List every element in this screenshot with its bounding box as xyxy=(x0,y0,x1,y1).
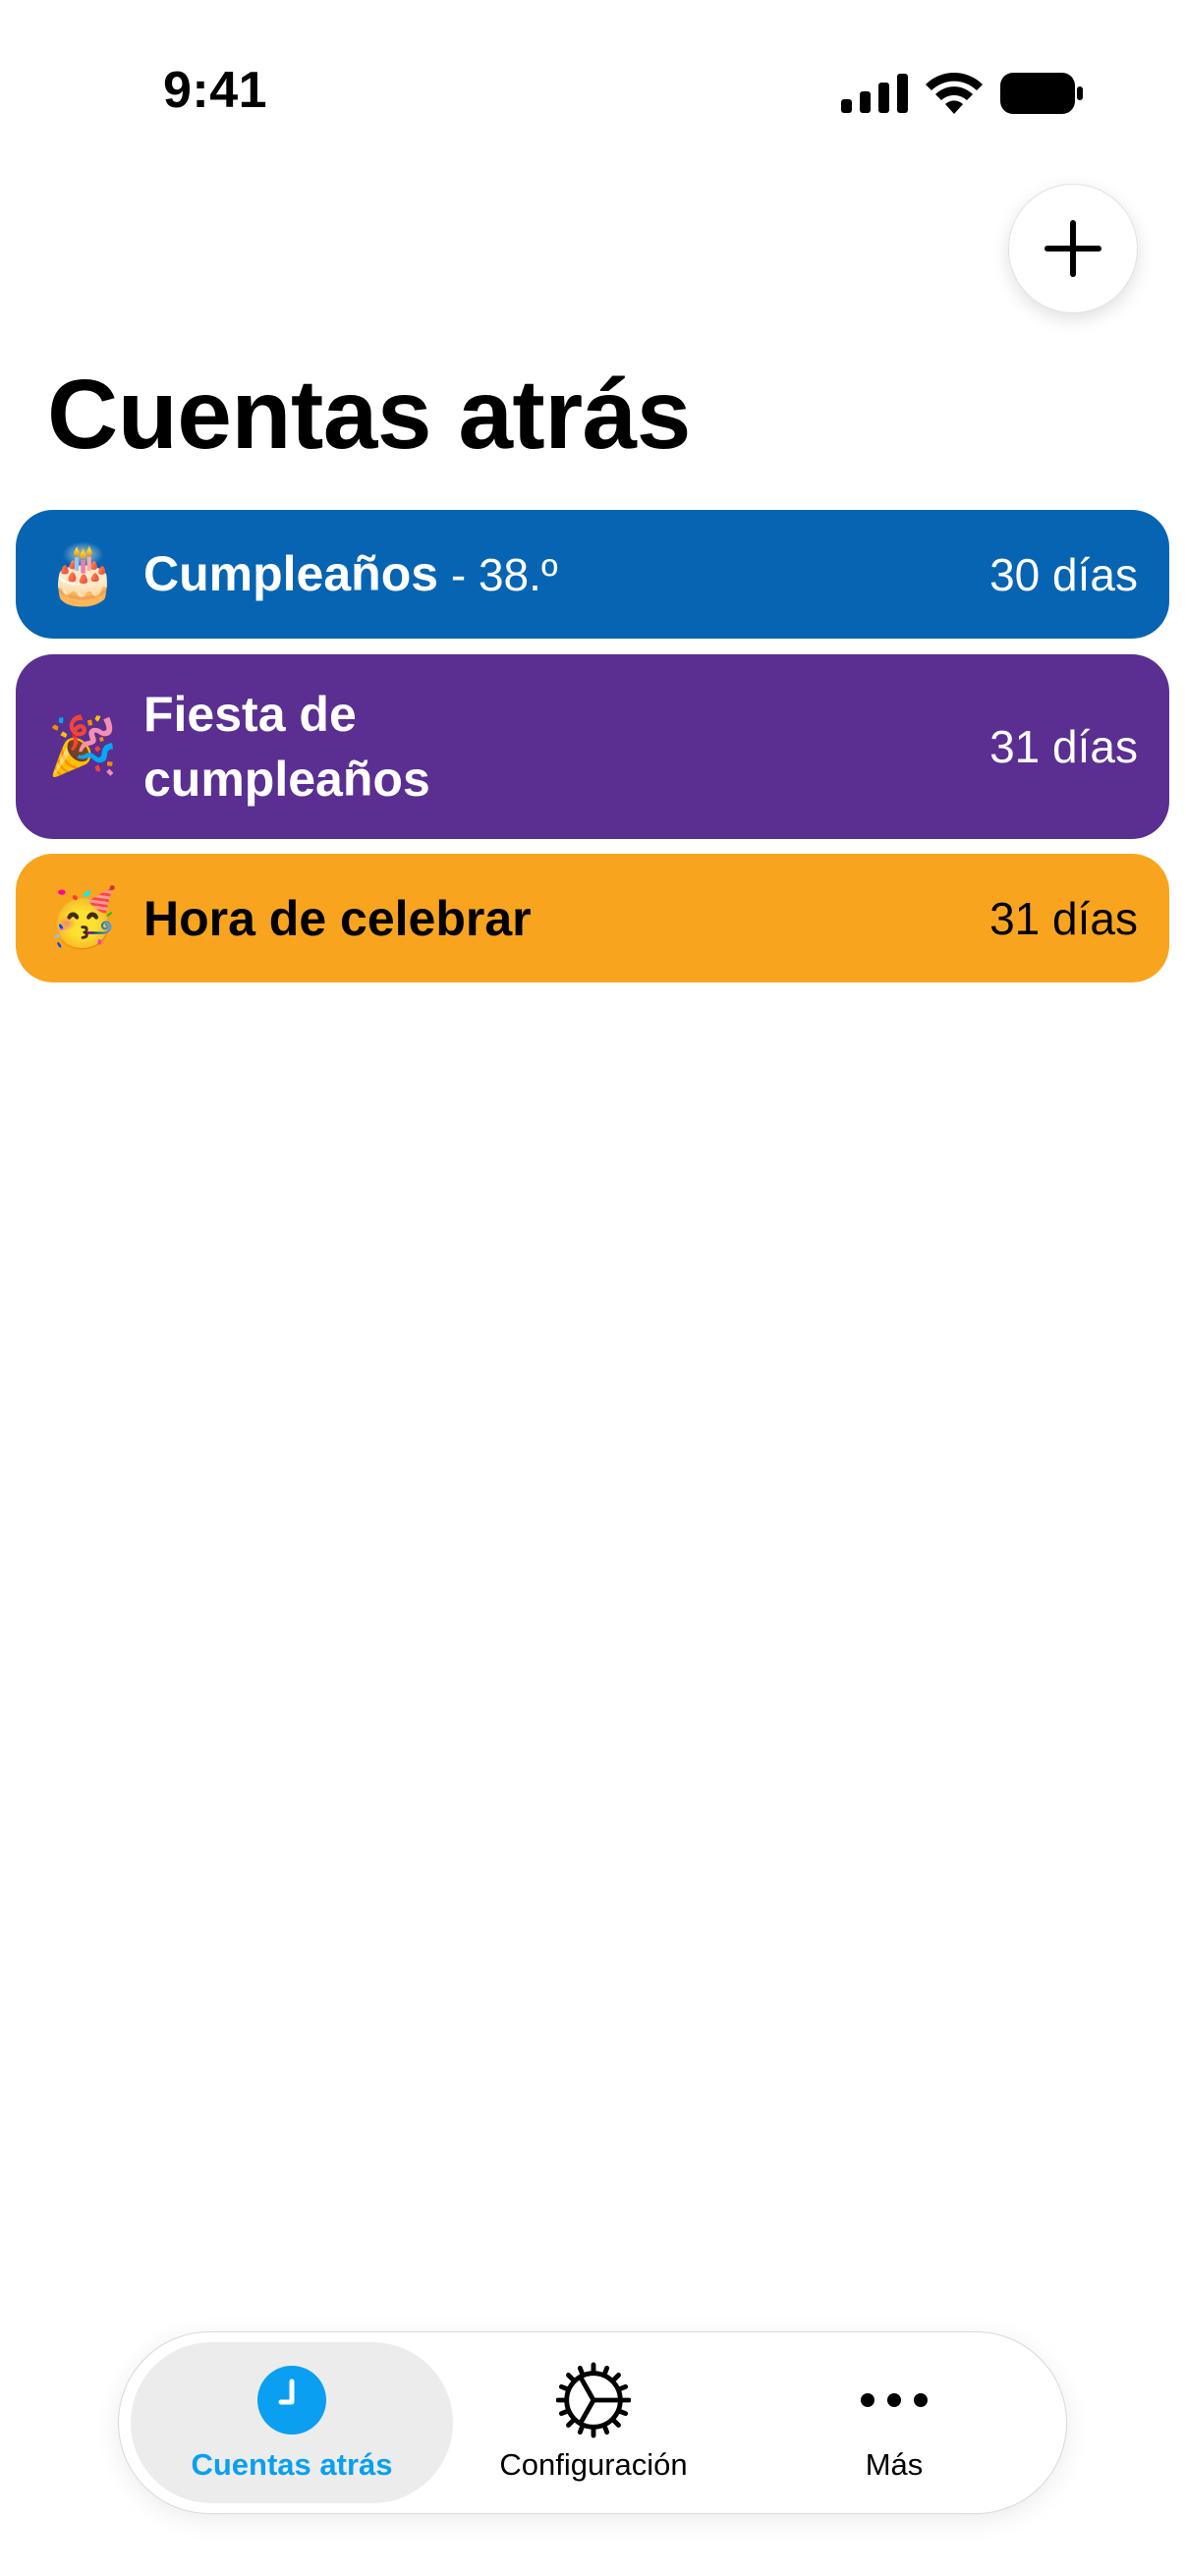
party-popper-icon: 🎉 xyxy=(47,714,119,778)
tab-label: Configuración xyxy=(499,2447,688,2482)
countdown-title: Fiesta de cumpleaños xyxy=(143,682,468,812)
countdown-title-text: Hora de celebrar xyxy=(143,890,532,946)
battery-icon xyxy=(1000,73,1083,114)
tab-bar: Cuentas atrás Configuración Más xyxy=(118,2331,1067,2514)
tab-configuracion[interactable]: Configuración xyxy=(443,2342,744,2503)
countdown-title-text: Cumpleaños xyxy=(143,546,439,601)
clock-icon xyxy=(254,2363,329,2437)
cellular-signal-icon xyxy=(841,74,908,113)
tab-label: Más xyxy=(865,2447,924,2482)
status-icons xyxy=(841,73,1083,114)
countdown-title: Hora de celebrar xyxy=(143,886,989,951)
page-title: Cuentas atrás xyxy=(47,360,691,470)
wifi-icon xyxy=(926,73,983,114)
screen: 9:41 Cuentas atrás 🎂 Cumpleaños - 38.º 3… xyxy=(0,0,1185,2576)
countdown-days: 30 días xyxy=(989,548,1138,600)
status-time: 9:41 xyxy=(163,62,268,119)
plus-icon xyxy=(1044,220,1101,277)
countdown-row-cumpleanos[interactable]: 🎂 Cumpleaños - 38.º 30 días xyxy=(16,510,1169,639)
add-countdown-button[interactable] xyxy=(1008,184,1138,313)
birthday-cake-icon: 🎂 xyxy=(47,541,119,606)
tab-mas[interactable]: Más xyxy=(744,2342,1044,2503)
tab-cuentas-atras[interactable]: Cuentas atrás xyxy=(131,2342,453,2503)
countdown-days: 31 días xyxy=(989,892,1138,944)
gear-icon xyxy=(556,2362,631,2438)
countdown-row-fiesta[interactable]: 🎉 Fiesta de cumpleaños 31 días xyxy=(16,654,1169,839)
countdown-days: 31 días xyxy=(989,721,1138,772)
countdown-row-celebrar[interactable]: 🥳 Hora de celebrar 31 días xyxy=(16,854,1169,982)
countdown-title: Cumpleaños - 38.º xyxy=(143,541,989,607)
more-icon xyxy=(857,2363,931,2437)
countdown-subtitle: - 38.º xyxy=(438,549,558,600)
countdown-title-text: Fiesta de cumpleaños xyxy=(143,687,430,807)
partying-face-icon: 🥳 xyxy=(47,885,119,950)
tab-label: Cuentas atrás xyxy=(191,2447,393,2482)
